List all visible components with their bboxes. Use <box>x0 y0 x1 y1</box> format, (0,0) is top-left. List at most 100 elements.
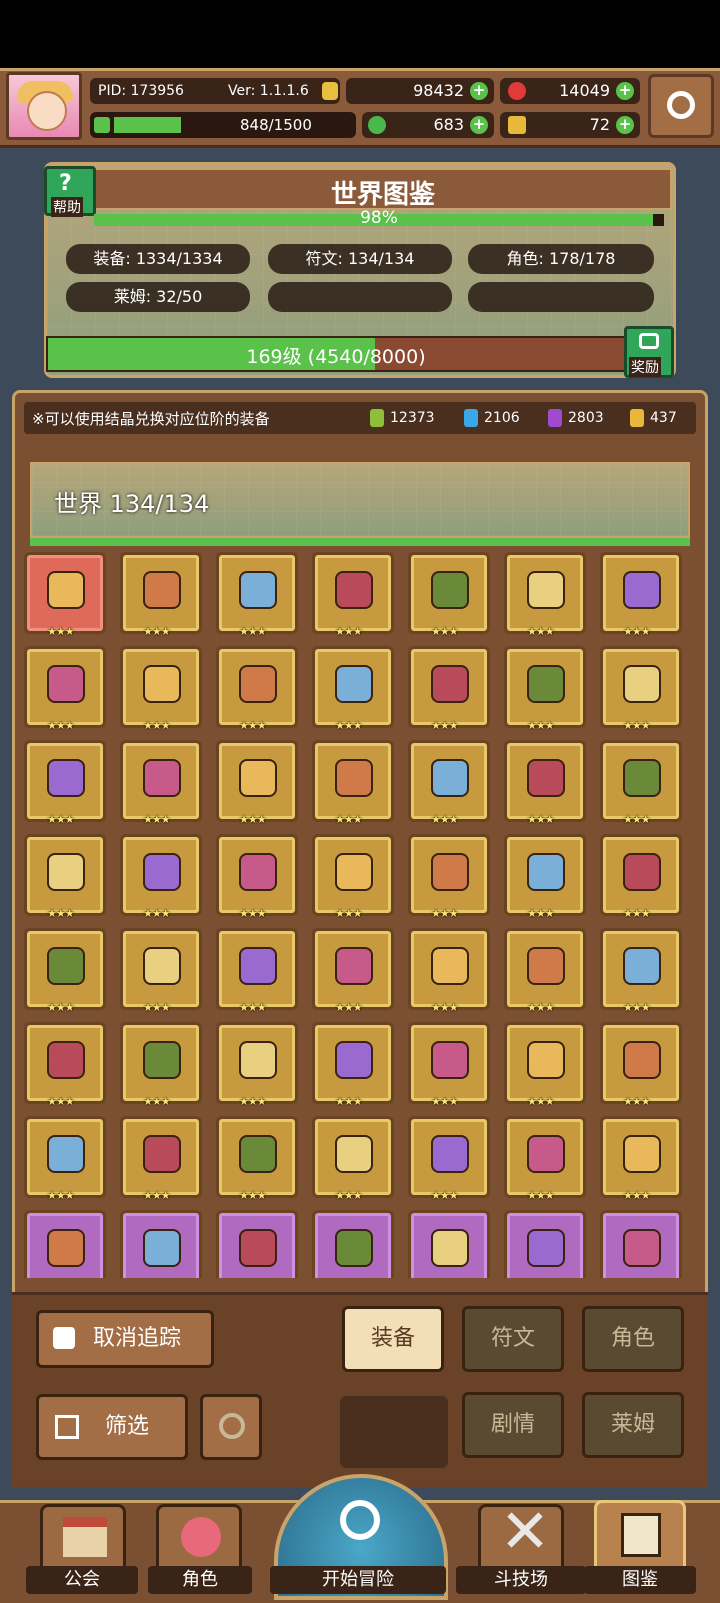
reward-label: 奖励 <box>629 357 661 377</box>
item-slot[interactable]: ★★★ <box>24 1210 106 1278</box>
item-slot[interactable]: ★★★ <box>504 928 586 1014</box>
item-slot[interactable]: ★★★ <box>408 646 490 732</box>
item-slot[interactable]: ★★★ <box>504 552 586 638</box>
item-slot[interactable]: ★★★ <box>312 834 394 920</box>
stat-empty-1 <box>268 282 452 312</box>
item-slot[interactable]: ★★★ <box>120 834 202 920</box>
item-slot[interactable]: ★★★ <box>312 1116 394 1202</box>
item-slot[interactable]: ★★★ <box>120 1210 202 1278</box>
avatar-face <box>27 91 67 131</box>
item-slot[interactable]: ★★★ <box>216 1022 298 1108</box>
item-slot[interactable]: ★★★ <box>216 552 298 638</box>
help-button[interactable]: ? 帮助 <box>44 166 96 217</box>
star-rating: ★★★ <box>239 625 267 638</box>
item-slot[interactable]: ★★★ <box>408 928 490 1014</box>
filter-button[interactable]: 筛选 <box>36 1394 188 1460</box>
item-slot[interactable]: ★★★ <box>24 740 106 826</box>
refresh-button[interactable] <box>200 1394 262 1460</box>
item-slot[interactable]: ★★★ <box>312 552 394 638</box>
level-bar: 169级 (4540/8000) <box>46 336 626 372</box>
item-slot[interactable]: ★★★ <box>120 552 202 638</box>
key-counter: 72 + <box>500 112 640 138</box>
codex-title: 世界图鉴 <box>330 180 435 210</box>
pink-bear-icon <box>431 947 469 985</box>
item-slot[interactable]: ★★★ <box>408 552 490 638</box>
star-rating: ★★★ <box>47 625 75 638</box>
item-slot[interactable]: ★★★ <box>504 1116 586 1202</box>
item-slot[interactable]: ★★★ <box>504 646 586 732</box>
untrack-button[interactable]: 取消追踪 <box>36 1310 214 1368</box>
item-slot[interactable]: ★★★ <box>216 1210 298 1278</box>
item-slot[interactable]: ★★★ <box>120 740 202 826</box>
tab-story[interactable]: 剧情 <box>462 1392 564 1458</box>
item-slot[interactable]: ★★★ <box>312 646 394 732</box>
item-slot[interactable]: ★★★ <box>312 928 394 1014</box>
item-slot[interactable]: ★★★ <box>120 928 202 1014</box>
clover-counter: 683 + <box>362 112 494 138</box>
item-slot[interactable]: ★★★ <box>600 834 682 920</box>
add-clover-button[interactable]: + <box>470 116 488 134</box>
item-slot[interactable]: ★★★ <box>504 740 586 826</box>
item-slot[interactable]: ★★★ <box>600 646 682 732</box>
star-rating: ★★★ <box>527 1095 555 1108</box>
item-slot[interactable]: ★★★ <box>312 1022 394 1108</box>
item-slot[interactable]: ★★★ <box>24 552 106 638</box>
add-gold-button[interactable]: + <box>470 82 488 100</box>
item-slot[interactable]: ★★★ <box>408 1116 490 1202</box>
item-slot[interactable]: ★★★ <box>408 1210 490 1278</box>
item-slot[interactable]: ★★★ <box>120 646 202 732</box>
add-gem-button[interactable]: + <box>616 82 634 100</box>
stat-empty-2 <box>468 282 654 312</box>
item-slot[interactable]: ★★★ <box>408 1022 490 1108</box>
reward-button[interactable]: 奖励 <box>624 326 674 378</box>
item-slot[interactable]: ★★★ <box>600 552 682 638</box>
gold-coin-icon <box>322 82 338 100</box>
star-rating: ★★★ <box>431 1189 459 1202</box>
item-slot[interactable]: ★★★ <box>600 1116 682 1202</box>
star-rating: ★★★ <box>47 907 75 920</box>
item-slot[interactable]: ★★★ <box>24 646 106 732</box>
star-rating: ★★★ <box>239 1001 267 1014</box>
item-slot[interactable]: ★★★ <box>504 1022 586 1108</box>
star-rating: ★★★ <box>239 1095 267 1108</box>
dark-necklace-icon <box>335 759 373 797</box>
book-icon <box>621 1513 661 1557</box>
item-slot[interactable]: ★★★ <box>24 1116 106 1202</box>
item-slot[interactable]: ★★★ <box>504 1210 586 1278</box>
item-slot[interactable]: ★★★ <box>216 1116 298 1202</box>
star-rating: ★★★ <box>431 907 459 920</box>
tab-equipment[interactable]: 装备 <box>342 1306 444 1372</box>
bow-icon <box>431 853 469 891</box>
item-slot[interactable]: ★★★ <box>600 1210 682 1278</box>
tab-slime[interactable]: 莱姆 <box>582 1392 684 1458</box>
star-rating: ★★★ <box>623 907 651 920</box>
settings-button[interactable] <box>648 74 714 138</box>
item-slot[interactable]: ★★★ <box>24 1022 106 1108</box>
player-avatar[interactable] <box>6 72 82 140</box>
item-slot[interactable]: ★★★ <box>600 928 682 1014</box>
item-slot[interactable]: ★★★ <box>600 740 682 826</box>
item-slot[interactable]: ★★★ <box>216 834 298 920</box>
item-slot[interactable]: ★★★ <box>408 834 490 920</box>
star-rating: ★★★ <box>335 1095 363 1108</box>
orb-icon <box>527 665 565 703</box>
purple-helm-icon <box>335 1229 373 1267</box>
item-slot[interactable]: ★★★ <box>120 1022 202 1108</box>
item-slot[interactable]: ★★★ <box>24 928 106 1014</box>
item-slot[interactable]: ★★★ <box>600 1022 682 1108</box>
nav-character-label: 角色 <box>148 1566 252 1594</box>
gold-band-icon <box>335 1041 373 1079</box>
item-slot[interactable]: ★★★ <box>216 740 298 826</box>
tab-runes[interactable]: 符文 <box>462 1306 564 1372</box>
item-slot[interactable]: ★★★ <box>216 928 298 1014</box>
star-rating: ★★★ <box>239 813 267 826</box>
item-slot[interactable]: ★★★ <box>216 646 298 732</box>
item-slot[interactable]: ★★★ <box>408 740 490 826</box>
tab-characters[interactable]: 角色 <box>582 1306 684 1372</box>
item-slot[interactable]: ★★★ <box>24 834 106 920</box>
add-key-button[interactable]: + <box>616 116 634 134</box>
item-slot[interactable]: ★★★ <box>312 1210 394 1278</box>
item-slot[interactable]: ★★★ <box>504 834 586 920</box>
item-slot[interactable]: ★★★ <box>120 1116 202 1202</box>
item-slot[interactable]: ★★★ <box>312 740 394 826</box>
